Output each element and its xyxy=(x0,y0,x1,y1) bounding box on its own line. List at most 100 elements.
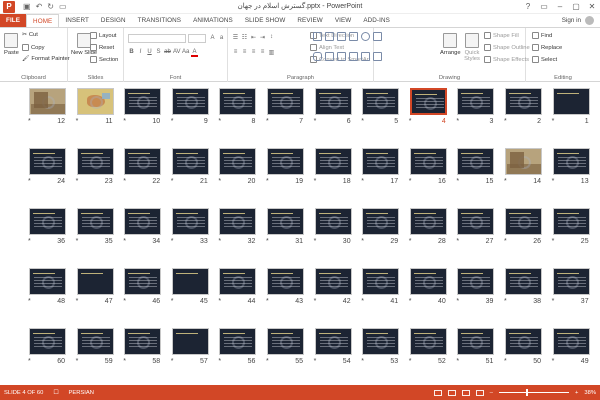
slide-transition-star-icon[interactable]: * xyxy=(361,238,364,245)
slide-transition-star-icon[interactable]: * xyxy=(218,358,221,365)
bullets-icon[interactable]: ☰ xyxy=(232,34,239,41)
slide-thumbnail[interactable] xyxy=(267,268,304,295)
font-size-input[interactable] xyxy=(188,34,206,43)
slide-thumbnail[interactable] xyxy=(76,208,114,235)
slide-thumbnail[interactable] xyxy=(505,88,542,115)
quick-styles-button[interactable]: Quick Styles xyxy=(462,33,482,62)
zoom-slider-thumb[interactable] xyxy=(525,389,528,396)
find-button[interactable]: Find xyxy=(532,32,552,39)
triangle-shape-icon[interactable] xyxy=(373,32,382,41)
proofing-icon[interactable]: ☐ xyxy=(53,390,58,396)
slide-transition-star-icon[interactable]: * xyxy=(76,238,79,245)
slide-thumbnail[interactable] xyxy=(409,328,447,355)
change-case-icon[interactable]: Aa xyxy=(182,49,189,57)
slide-thumbnail[interactable] xyxy=(124,148,162,175)
paste-button[interactable]: Paste xyxy=(4,33,19,56)
slide-thumbnail[interactable] xyxy=(552,268,590,295)
replace-button[interactable]: Replace xyxy=(532,44,562,51)
tab-transitions[interactable]: TRANSITIONS xyxy=(132,14,187,27)
select-button[interactable]: Select xyxy=(532,56,557,63)
font-color-icon[interactable]: A xyxy=(191,49,198,57)
slide-thumbnail[interactable] xyxy=(76,268,114,295)
callout-shape-icon[interactable] xyxy=(373,52,382,61)
slide-transition-star-icon[interactable]: * xyxy=(218,118,221,125)
slide-thumbnail[interactable] xyxy=(267,148,304,175)
textbox-shape-icon[interactable] xyxy=(313,32,322,41)
layout-button[interactable]: Layout xyxy=(90,32,116,39)
tab-review[interactable]: REVIEW xyxy=(291,14,328,27)
line-shape-icon[interactable] xyxy=(325,32,334,41)
slide-thumbnail[interactable] xyxy=(362,268,400,295)
slide-thumbnail[interactable] xyxy=(457,88,495,115)
ribbon-display-options-icon[interactable]: ▭ xyxy=(536,0,552,14)
tab-design[interactable]: DESIGN xyxy=(95,14,132,27)
slide-transition-star-icon[interactable]: * xyxy=(123,358,126,365)
slide-transition-star-icon[interactable]: * xyxy=(28,358,31,365)
shape-outline-button[interactable]: Shape Outline xyxy=(484,44,530,51)
slide-thumbnail[interactable] xyxy=(219,268,257,295)
slide-transition-star-icon[interactable]: * xyxy=(314,358,317,365)
minimize-icon[interactable]: – xyxy=(552,0,568,14)
font-name-input[interactable] xyxy=(128,34,186,43)
slide-transition-star-icon[interactable]: * xyxy=(266,238,269,245)
slide-thumbnail[interactable] xyxy=(219,208,257,235)
slide-transition-star-icon[interactable]: * xyxy=(409,178,412,185)
slide-thumbnail[interactable] xyxy=(314,88,352,115)
slide-thumbnail[interactable] xyxy=(76,328,114,355)
slide-thumbnail[interactable] xyxy=(409,208,447,235)
slide-transition-star-icon[interactable]: * xyxy=(314,298,317,305)
oval-shape-icon[interactable] xyxy=(361,32,370,41)
increase-indent-icon[interactable]: ⇥ xyxy=(259,34,266,41)
slide-transition-star-icon[interactable]: * xyxy=(171,178,174,185)
sign-in[interactable]: Sign in xyxy=(562,14,594,27)
strikethrough-icon[interactable]: ab xyxy=(164,49,171,57)
underline-icon[interactable]: U xyxy=(146,49,153,57)
shapes-gallery[interactable] xyxy=(313,32,382,70)
slide-transition-star-icon[interactable]: * xyxy=(123,238,126,245)
slide-thumbnail[interactable] xyxy=(76,148,114,175)
tab-add-ins[interactable]: ADD-INS xyxy=(357,14,396,27)
justify-icon[interactable]: ≡ xyxy=(259,49,266,56)
slide-thumbnail[interactable] xyxy=(219,88,257,115)
slide-transition-star-icon[interactable]: * xyxy=(28,118,31,125)
italic-icon[interactable]: I xyxy=(137,49,144,57)
slide-transition-star-icon[interactable]: * xyxy=(456,298,459,305)
cut-button[interactable]: ✂ Cut xyxy=(22,32,38,38)
slide-thumbnail[interactable] xyxy=(124,328,162,355)
zoom-slider[interactable] xyxy=(499,389,569,396)
slide-transition-star-icon[interactable]: * xyxy=(314,118,317,125)
slide-thumbnail[interactable] xyxy=(552,328,590,355)
rectangle-shape-icon[interactable] xyxy=(349,32,358,41)
bold-icon[interactable]: B xyxy=(128,49,135,57)
slide-sorter-view-icon[interactable] xyxy=(447,389,456,396)
slide-thumbnail[interactable] xyxy=(505,328,542,355)
start-slideshow-icon[interactable]: ▭ xyxy=(59,2,67,11)
slide-thumbnail[interactable] xyxy=(267,328,304,355)
arrow-shape-icon[interactable] xyxy=(337,32,346,41)
slide-transition-star-icon[interactable]: * xyxy=(409,118,412,125)
slide-thumbnail[interactable] xyxy=(362,148,400,175)
undo-icon[interactable]: ↶ xyxy=(36,2,43,11)
slide-thumbnail[interactable] xyxy=(505,148,542,175)
tab-slide-show[interactable]: SLIDE SHOW xyxy=(239,14,292,27)
block-arrow-shape-icon[interactable] xyxy=(325,52,334,61)
slide-transition-star-icon[interactable]: * xyxy=(266,178,269,185)
slide-thumbnail[interactable] xyxy=(314,208,352,235)
slide-thumbnail[interactable] xyxy=(457,268,495,295)
slide-transition-star-icon[interactable]: * xyxy=(266,118,269,125)
slide-transition-star-icon[interactable]: * xyxy=(456,118,459,125)
slide-transition-star-icon[interactable]: * xyxy=(552,178,555,185)
shape-effects-button[interactable]: Shape Effects xyxy=(484,56,529,63)
slide-transition-star-icon[interactable]: * xyxy=(504,298,507,305)
slide-transition-star-icon[interactable]: * xyxy=(171,298,174,305)
slide-transition-star-icon[interactable]: * xyxy=(218,178,221,185)
copy-button[interactable]: Copy xyxy=(22,44,45,51)
slide-thumbnail[interactable] xyxy=(29,268,66,295)
tab-animations[interactable]: ANIMATIONS xyxy=(187,14,239,27)
slide-thumbnail[interactable] xyxy=(362,328,400,355)
slide-thumbnail[interactable] xyxy=(409,148,447,175)
avatar[interactable] xyxy=(585,16,594,25)
sign-in-label[interactable]: Sign in xyxy=(562,14,581,27)
slide-transition-star-icon[interactable]: * xyxy=(171,358,174,365)
slide-thumbnail[interactable] xyxy=(552,148,590,175)
